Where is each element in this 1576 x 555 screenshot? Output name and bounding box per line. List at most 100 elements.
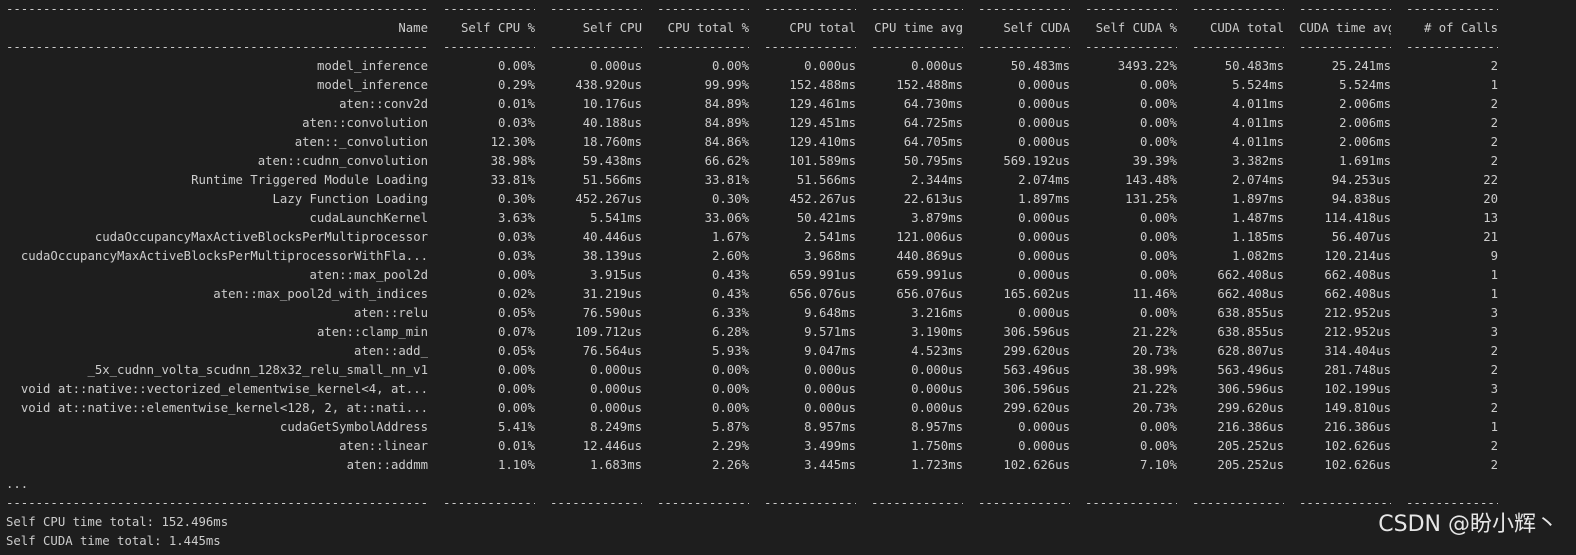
separator-dashes: ----------------------------------------…: [550, 496, 642, 510]
column-header-cpu-total-pct: CPU total %: [667, 21, 749, 35]
cell-self-cpu: 0.000us: [590, 401, 642, 415]
separator-dashes: ----------------------------------------…: [1085, 2, 1177, 16]
separator-dashes: ----------------------------------------…: [1192, 496, 1284, 510]
cell-self-cuda: 50.483ms: [1010, 59, 1070, 73]
csdn-watermark: CSDN @盼小辉丶: [1378, 512, 1558, 537]
cell-cpu-time-avg: 656.076us: [896, 287, 963, 301]
cell-cpu-total-pct: 99.99%: [704, 78, 749, 92]
cell-cpu-total-pct: 0.00%: [711, 363, 749, 377]
cell-cpu-total-pct: 2.26%: [711, 458, 749, 472]
cell-self-cuda-pct: 0.00%: [1139, 97, 1177, 111]
cell-self-cuda-pct: 11.46%: [1132, 287, 1177, 301]
separator-dashes: ----------------------------------------…: [1085, 40, 1177, 54]
self-cpu-total: Self CPU time total: 152.496ms: [6, 515, 229, 529]
cell-name: aten::max_pool2d_with_indices: [213, 287, 428, 301]
cell-self-cpu-pct: 0.03%: [497, 116, 535, 130]
cell-calls: 1: [1490, 268, 1498, 282]
cell-self-cpu: 109.712us: [575, 325, 642, 339]
cell-self-cpu-pct: 3.63%: [497, 211, 535, 225]
cell-self-cuda-pct: 21.22%: [1132, 382, 1177, 396]
cell-cuda-time-avg: 281.748us: [1324, 363, 1391, 377]
cell-name: aten::addmm: [346, 458, 428, 472]
cell-self-cuda-pct: 0.00%: [1139, 306, 1177, 320]
separator-dashes: ----------------------------------------…: [443, 2, 535, 16]
cell-cuda-total: 3.382ms: [1232, 154, 1284, 168]
cell-calls: 21: [1483, 230, 1498, 244]
cell-self-cpu: 18.760ms: [582, 135, 642, 149]
cell-cpu-total-pct: 66.62%: [704, 154, 749, 168]
cell-cuda-time-avg: 1.691ms: [1339, 154, 1391, 168]
cell-cpu-time-avg: 3.216ms: [911, 306, 963, 320]
table-row: cudaGetSymbolAddress 5.41% 8.249ms 5.87% 8.9…: [6, 418, 1566, 437]
cell-self-cpu: 438.920us: [575, 78, 642, 92]
cell-self-cuda-pct: 21.22%: [1132, 325, 1177, 339]
cell-cpu-total: 101.589ms: [789, 154, 856, 168]
table-row: aten::cudnn_convolution 38.98% 59.438ms 66.…: [6, 152, 1566, 171]
cell-cpu-total-pct: 0.30%: [711, 192, 749, 206]
table-body: model_inference 0.00% 0.000us 0.00% 0.000us 0…: [6, 57, 1566, 475]
cell-name: Lazy Function Loading: [272, 192, 428, 206]
cell-self-cuda-pct: 3493.22%: [1117, 59, 1177, 73]
cell-self-cpu: 8.249ms: [590, 420, 642, 434]
cell-self-cpu: 452.267us: [575, 192, 642, 206]
cell-calls: 3: [1490, 306, 1498, 320]
cell-self-cuda: 0.000us: [1018, 268, 1070, 282]
cell-self-cuda-pct: 20.73%: [1132, 401, 1177, 415]
cell-self-cuda: 0.000us: [1018, 420, 1070, 434]
cell-self-cuda: 0.000us: [1018, 135, 1070, 149]
separator-bottom: ----------------------------------------…: [6, 494, 1566, 513]
separator-dashes: ----------------------------------------…: [871, 2, 963, 16]
cell-calls: 2: [1490, 97, 1498, 111]
cell-cpu-total-pct: 0.00%: [711, 401, 749, 415]
cell-self-cuda: 1.897ms: [1018, 192, 1070, 206]
cell-name: aten::max_pool2d: [309, 268, 428, 282]
cell-self-cpu-pct: 0.05%: [497, 344, 535, 358]
cell-cpu-total-pct: 0.43%: [711, 287, 749, 301]
cell-cuda-time-avg: 212.952us: [1324, 306, 1391, 320]
cell-self-cpu: 38.139us: [582, 249, 642, 263]
cell-cpu-total: 3.445ms: [804, 458, 856, 472]
cell-cpu-time-avg: 64.725ms: [903, 116, 963, 130]
cell-cuda-total: 306.596us: [1217, 382, 1284, 396]
separator-dashes: ----------------------------------------…: [6, 40, 428, 54]
cell-cpu-total-pct: 33.06%: [704, 211, 749, 225]
cell-self-cpu-pct: 0.02%: [497, 287, 535, 301]
cell-cuda-time-avg: 662.408us: [1324, 268, 1391, 282]
separator-dashes: ----------------------------------------…: [1192, 2, 1284, 16]
cell-calls: 1: [1490, 420, 1498, 434]
cell-cuda-total: 662.408us: [1217, 287, 1284, 301]
cell-cpu-time-avg: 0.000us: [911, 59, 963, 73]
column-header-self-cpu: Self CPU: [582, 21, 642, 35]
cell-self-cuda-pct: 131.25%: [1125, 192, 1177, 206]
table-row: aten::conv2d 0.01% 10.176us 84.89% 129.461ms…: [6, 95, 1566, 114]
cell-cuda-total: 216.386us: [1217, 420, 1284, 434]
column-header-cpu-total: CPU total: [789, 21, 856, 35]
cell-self-cpu-pct: 0.00%: [497, 59, 535, 73]
table-row: aten::addmm 1.10% 1.683ms 2.26% 3.445ms 1.723…: [6, 456, 1566, 475]
cell-cpu-time-avg: 440.869us: [896, 249, 963, 263]
cell-name: model_inference: [316, 78, 428, 92]
separator-dashes: ----------------------------------------…: [1085, 496, 1177, 510]
cell-self-cuda-pct: 20.73%: [1132, 344, 1177, 358]
table-header-row: Name Self CPU % Self CPU CPU total % CPU tot…: [6, 19, 1566, 38]
cell-self-cuda: 306.596us: [1003, 325, 1070, 339]
table-row: Lazy Function Loading 0.30% 452.267us 0.30%…: [6, 190, 1566, 209]
cell-cpu-total: 129.451ms: [789, 116, 856, 130]
cell-self-cpu-pct: 0.05%: [497, 306, 535, 320]
cell-self-cpu-pct: 0.01%: [497, 439, 535, 453]
cell-cpu-total-pct: 84.89%: [704, 97, 749, 111]
cell-cpu-total: 9.047ms: [804, 344, 856, 358]
cell-name: cudaOccupancyMaxActiveBlocksPerMultiproc…: [20, 249, 428, 263]
cell-cpu-time-avg: 22.613us: [903, 192, 963, 206]
cell-name: void at::native::elementwise_kernel<128,…: [20, 401, 428, 415]
cell-self-cpu: 5.541ms: [590, 211, 642, 225]
column-header-cuda-time-avg: CUDA time avg: [1299, 21, 1391, 35]
separator-header: ----------------------------------------…: [6, 38, 1566, 57]
cell-self-cpu: 51.566ms: [582, 173, 642, 187]
cell-calls: 2: [1490, 401, 1498, 415]
cell-cpu-time-avg: 0.000us: [911, 363, 963, 377]
separator-dashes: ----------------------------------------…: [657, 496, 749, 510]
cell-cpu-time-avg: 3.190ms: [911, 325, 963, 339]
cell-self-cpu-pct: 33.81%: [490, 173, 535, 187]
separator-dashes: ----------------------------------------…: [764, 40, 856, 54]
